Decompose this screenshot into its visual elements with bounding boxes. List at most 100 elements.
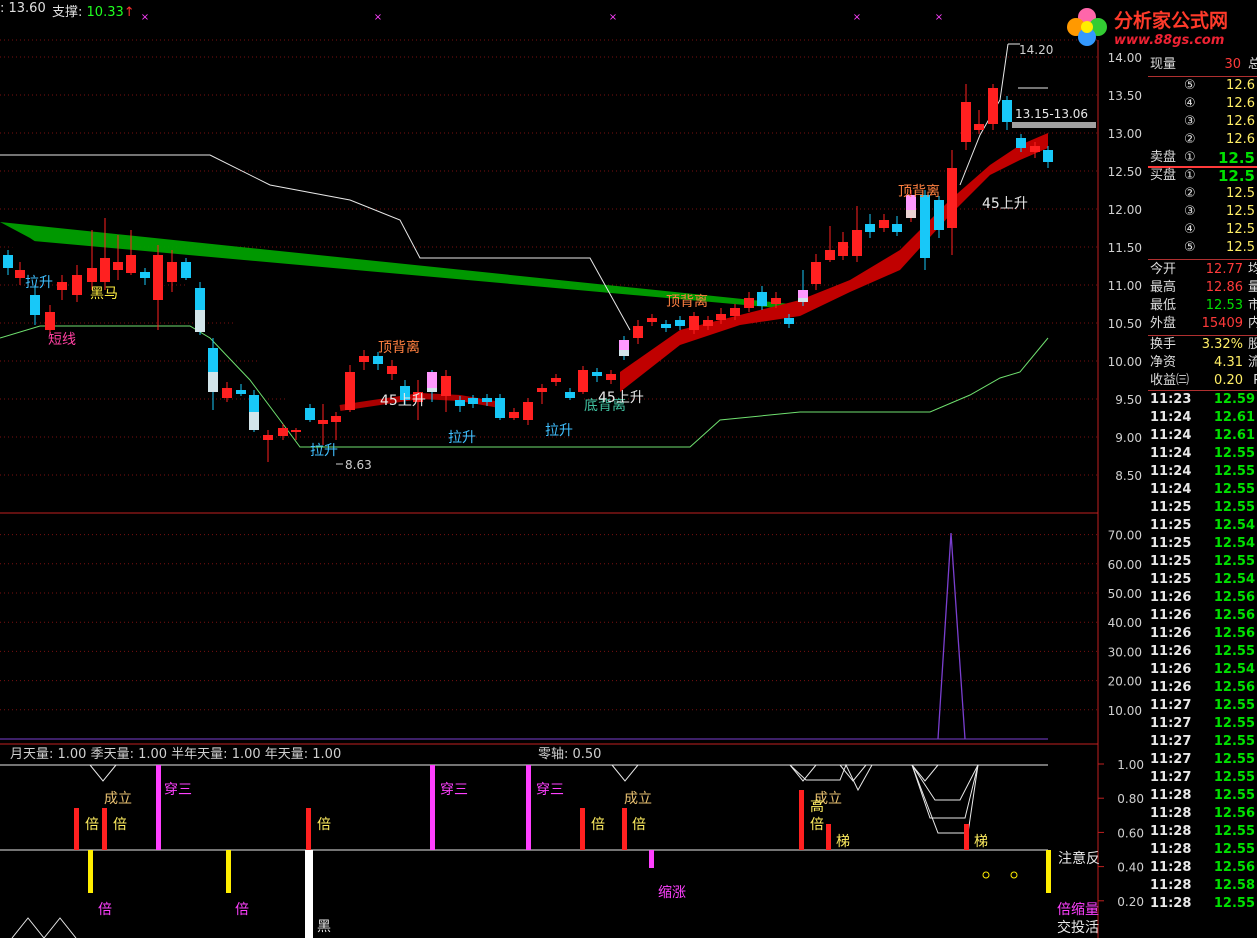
candle-body	[278, 428, 288, 436]
signal-bar	[88, 850, 93, 893]
rise-label: 45上升	[598, 390, 644, 406]
level-price: 12.5	[1226, 240, 1255, 255]
volume-label: 现量	[1150, 57, 1177, 72]
kline-chart[interactable]: 14.0013.5013.0012.5012.0011.5011.0010.50…	[0, 0, 1148, 938]
tick-row: 11:26 12.54	[1148, 661, 1257, 679]
stat-value: 4.31	[1214, 355, 1243, 370]
quote-panel: 现量 30 总 ⑤ 12.6 ④ 12.6 ③ 12.6 ② 12.6 卖盘 ① 12.5 买盘 ① 12.5 ②…	[1148, 55, 1257, 938]
price-tick: 8.50	[1115, 469, 1142, 483]
tick-price: 12.55	[1213, 752, 1255, 767]
cross-marker: ×	[374, 12, 382, 23]
cross-marker: ×	[141, 12, 149, 23]
candle-body	[537, 388, 547, 392]
tick-row: 11:25 12.55	[1148, 499, 1257, 517]
candle-body	[153, 255, 163, 300]
tick-time: 11:25	[1150, 554, 1192, 569]
signal-bar	[430, 765, 435, 850]
buy1-row: 买盘 ① 12.5	[1148, 167, 1257, 185]
candle-body	[892, 224, 902, 232]
tick-row: 11:24 12.61	[1148, 409, 1257, 427]
ma-band-red	[620, 133, 1048, 392]
tick-time: 11:26	[1150, 662, 1192, 677]
tick-time: 11:28	[1150, 824, 1192, 839]
candle-body	[1030, 146, 1040, 152]
tick-price: 12.56	[1213, 590, 1255, 605]
price-tick: 9.00	[1115, 431, 1142, 445]
price-tick: 11.50	[1108, 241, 1142, 255]
tick-price: 12.55	[1213, 554, 1255, 569]
candle-body	[441, 376, 451, 396]
signal-label: 交投活	[1057, 919, 1099, 936]
stat-label: 净资	[1150, 355, 1177, 370]
mid-tick: 30.00	[1108, 645, 1142, 659]
candle-body	[920, 195, 930, 258]
stat-row: 外盘 15409 内	[1148, 315, 1257, 333]
sell1-label: 卖盘	[1150, 150, 1177, 165]
tick-row: 11:26 12.56	[1148, 679, 1257, 697]
bottom-tick: 0.20	[1117, 895, 1144, 909]
candle-body	[689, 316, 699, 330]
stat-tail: 内	[1247, 316, 1257, 331]
tick-price: 12.61	[1213, 428, 1255, 443]
signal-bar	[649, 850, 654, 868]
level-num: ⑤	[1184, 78, 1196, 93]
price-tick: 9.50	[1115, 393, 1142, 407]
candle-body	[359, 356, 369, 362]
mid-tick: 50.00	[1108, 587, 1142, 601]
level-price: 12.6	[1226, 132, 1255, 147]
tick-price: 12.56	[1213, 608, 1255, 623]
mid-tick: 10.00	[1108, 704, 1142, 718]
price-tick: 12.00	[1108, 203, 1142, 217]
signal-label: 梯	[836, 834, 850, 850]
tick-time: 11:27	[1150, 698, 1192, 713]
tick-price: 12.55	[1213, 482, 1255, 497]
sell-level: ⑤ 12.6	[1148, 77, 1257, 95]
tick-time: 11:27	[1150, 734, 1192, 749]
stat-row: 净资 4.31 流	[1148, 354, 1257, 372]
candle-body	[15, 270, 25, 278]
candle-highlight	[249, 412, 259, 430]
candle-body	[865, 224, 875, 232]
stat-row: 收益㈢ 0.20 P	[1148, 372, 1257, 390]
candle-body	[852, 230, 862, 256]
logo-title: 分析家公式网	[1114, 10, 1229, 32]
candle-body	[716, 314, 726, 320]
candle-body	[934, 200, 944, 230]
candle-body	[1002, 100, 1012, 122]
tick-row: 11:27 12.55	[1148, 733, 1257, 751]
bottom-tick: 0.60	[1117, 826, 1144, 840]
v-marker	[789, 764, 817, 782]
tick-price: 12.56	[1213, 680, 1255, 695]
sell1-price: 12.5	[1217, 149, 1255, 167]
signal-label: 倍	[591, 817, 605, 833]
tick-price: 12.55	[1213, 824, 1255, 839]
candle-body	[318, 420, 328, 424]
stat-value: 3.32%	[1201, 337, 1243, 352]
range-label: 13.15-13.06	[1015, 107, 1088, 121]
tick-price: 12.55	[1213, 644, 1255, 659]
signal-label: 倍	[235, 902, 249, 918]
sell-level: ③ 12.6	[1148, 113, 1257, 131]
tick-price: 12.56	[1213, 626, 1255, 641]
candle-body	[30, 295, 40, 315]
candle-pink	[619, 340, 629, 350]
pull-up-label: 拉升	[25, 275, 53, 291]
top-divergence-label: 顶背离	[378, 339, 420, 356]
buy1-label: 买盘	[1150, 168, 1177, 183]
tick-time: 11:24	[1150, 482, 1192, 497]
tick-time: 11:26	[1150, 590, 1192, 605]
tick-row: 11:28 12.55	[1148, 895, 1257, 913]
candle-body	[523, 402, 533, 420]
tick-row: 11:26 12.56	[1148, 607, 1257, 625]
tick-price: 12.56	[1213, 806, 1255, 821]
tick-row: 11:25 12.54	[1148, 571, 1257, 589]
price-tick: 13.50	[1108, 89, 1142, 103]
candle-body	[838, 242, 848, 256]
price-tick: 10.50	[1108, 317, 1142, 331]
tick-row: 11:24 12.55	[1148, 481, 1257, 499]
signal-label: 倍	[810, 817, 824, 833]
v-marker	[611, 764, 639, 782]
candle-body	[263, 435, 273, 440]
tick-time: 11:24	[1150, 410, 1192, 425]
stat-label: 换手	[1150, 337, 1177, 352]
